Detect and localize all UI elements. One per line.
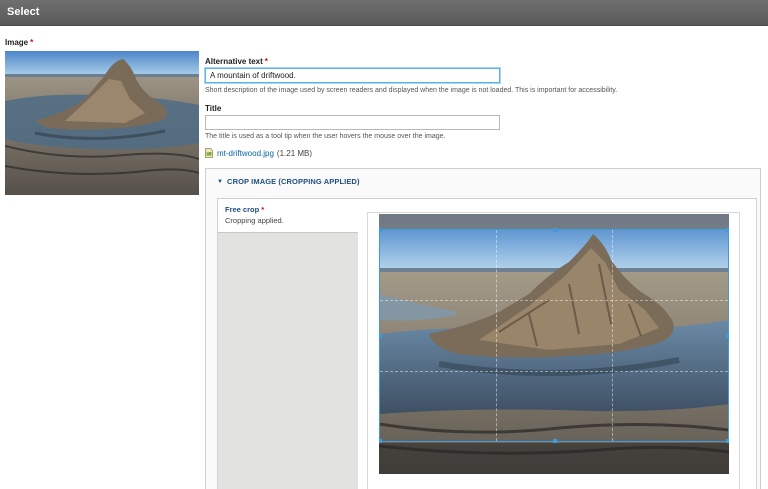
crop-stage xyxy=(379,214,729,474)
alt-text-description: Short description of the image used by s… xyxy=(205,87,618,94)
title-label: Title xyxy=(205,104,222,113)
image-label-text: Image xyxy=(5,38,29,47)
crop-handle-e[interactable] xyxy=(726,334,729,338)
crop-image-summary[interactable]: ▼ CROP IMAGE (CROPPING APPLIED) xyxy=(217,177,360,186)
crop-outside-bottom xyxy=(379,443,729,474)
crop-panel: Free crop * Cropping applied. xyxy=(217,198,757,489)
crop-outside-top xyxy=(379,214,729,229)
required-marker: * xyxy=(261,205,265,214)
alt-text-label-text: Alternative text xyxy=(205,57,263,66)
title-input[interactable] xyxy=(205,115,500,130)
file-info: mt-driftwood.jpg (1.21 MB) xyxy=(205,148,312,158)
crop-content xyxy=(367,212,740,489)
file-size: (1.21 MB) xyxy=(276,148,313,158)
crop-grid-line xyxy=(380,300,728,302)
alt-text-input[interactable] xyxy=(205,68,500,83)
expand-triangle-icon: ▼ xyxy=(217,178,224,185)
tab-status: Cropping applied. xyxy=(225,216,284,225)
crop-grid-line xyxy=(495,230,497,441)
dialog-title: Select xyxy=(7,6,40,18)
alt-text-label: Alternative text * xyxy=(205,57,268,66)
required-marker: * xyxy=(30,38,34,47)
crop-handle-nw[interactable] xyxy=(379,228,382,232)
crop-selection-box[interactable] xyxy=(379,228,729,443)
image-file-icon xyxy=(205,148,213,158)
crop-image-details: ▼ CROP IMAGE (CROPPING APPLIED) Free cro… xyxy=(205,168,761,489)
title-description: The title is used as a tool tip when the… xyxy=(205,133,446,140)
crop-handle-n[interactable] xyxy=(553,228,557,232)
image-field-label: Image * xyxy=(5,38,33,47)
crop-handle-w[interactable] xyxy=(379,334,382,338)
tab-free-crop-title: Free crop * xyxy=(225,205,264,214)
tab-free-crop[interactable]: Free crop * Cropping applied. xyxy=(218,199,358,233)
crop-grid-line xyxy=(380,370,728,372)
file-name-link[interactable]: mt-driftwood.jpg xyxy=(217,149,274,158)
image-thumbnail xyxy=(5,51,199,195)
required-marker: * xyxy=(264,57,268,66)
crop-summary-text: CROP IMAGE (CROPPING APPLIED) xyxy=(227,177,360,186)
dialog-titlebar: Select xyxy=(0,0,768,26)
crop-tab-list: Free crop * Cropping applied. xyxy=(218,199,358,489)
tab-title-text: Free crop xyxy=(225,205,260,214)
crop-grid-line xyxy=(611,230,613,441)
crop-handle-ne[interactable] xyxy=(726,228,729,232)
